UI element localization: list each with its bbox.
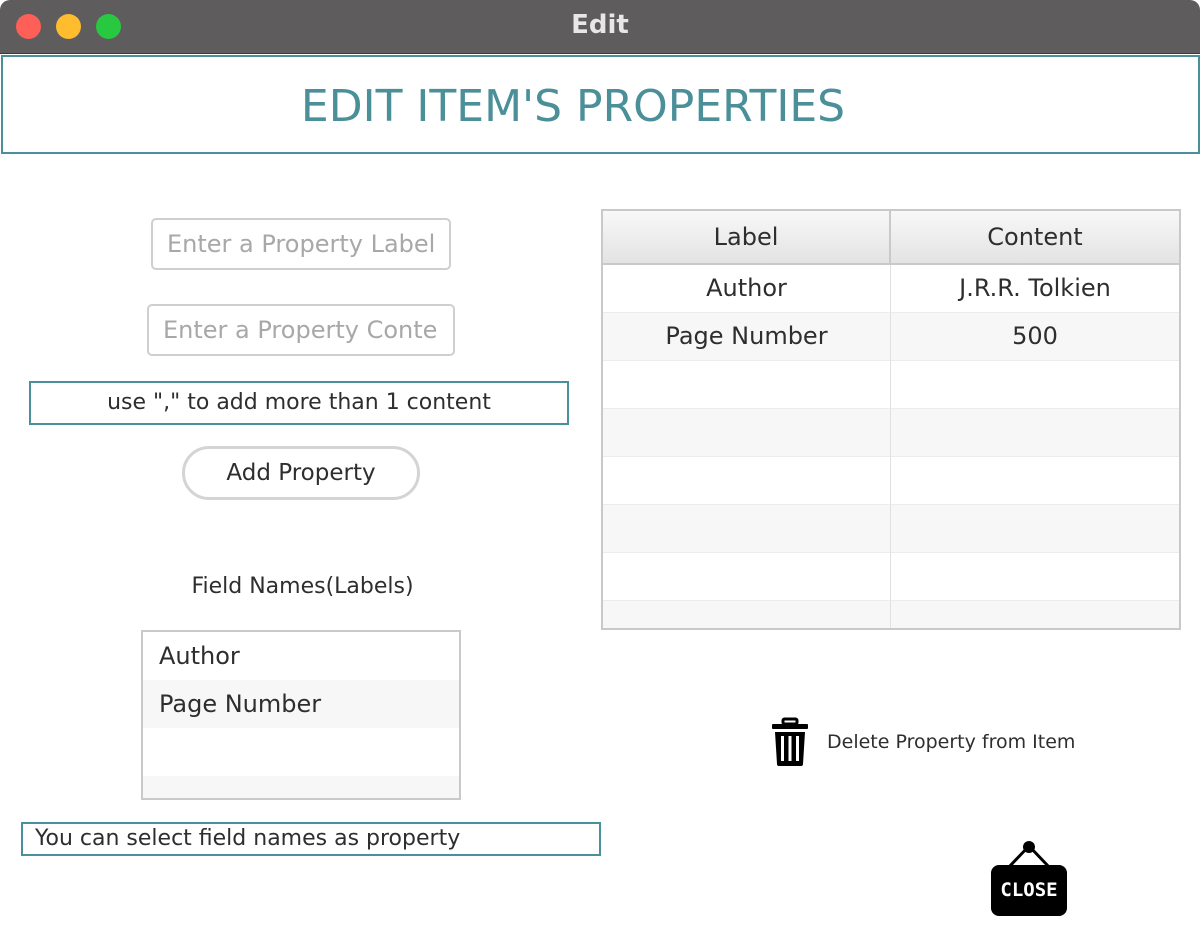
empty-list-item <box>143 776 459 798</box>
delete-property-button[interactable]: Delete Property from Item <box>768 716 1075 768</box>
select-hint: You can select field names as property <box>21 822 601 856</box>
edit-window: Edit EDIT ITEM'S PROPERTIES use "," to a… <box>0 0 1200 930</box>
empty-table-row <box>603 361 1179 409</box>
empty-table-row <box>603 457 1179 505</box>
add-property-button[interactable]: Add Property <box>182 446 420 500</box>
empty-table-row <box>603 553 1179 601</box>
empty-table-row <box>603 409 1179 457</box>
table-header: Label Content <box>603 211 1179 265</box>
page-title: EDIT ITEM'S PROPERTIES <box>300 81 846 132</box>
table-row[interactable]: Page Number 500 <box>603 313 1179 361</box>
table-row[interactable]: Author J.R.R. Tolkien <box>603 265 1179 313</box>
cell-content: J.R.R. Tolkien <box>891 265 1179 313</box>
property-content-input[interactable] <box>147 304 455 356</box>
empty-list-item <box>143 728 459 776</box>
property-label-input[interactable] <box>151 218 451 270</box>
cell-label: Page Number <box>603 313 891 361</box>
cell-label: Author <box>603 265 891 313</box>
close-button[interactable]: CLOSE <box>988 838 1070 920</box>
cell-content: 500 <box>891 313 1179 361</box>
header-panel: EDIT ITEM'S PROPERTIES <box>1 55 1200 154</box>
comma-hint: use "," to add more than 1 content <box>29 381 569 425</box>
list-item[interactable]: Author <box>143 632 459 680</box>
delete-property-label: Delete Property from Item <box>827 731 1076 753</box>
trash-icon[interactable] <box>770 717 810 767</box>
column-header-label[interactable]: Label <box>603 211 891 263</box>
empty-table-row <box>603 505 1179 553</box>
field-names-list[interactable]: Author Page Number <box>141 630 461 800</box>
title-bar[interactable]: Edit <box>0 0 1200 54</box>
field-names-title: Field Names(Labels) <box>191 574 414 599</box>
properties-table[interactable]: Label Content Author J.R.R. Tolkien Page… <box>601 209 1181 630</box>
column-header-content[interactable]: Content <box>891 211 1179 263</box>
window-title: Edit <box>571 10 629 40</box>
close-label: CLOSE <box>991 865 1067 916</box>
empty-table-row <box>603 601 1179 628</box>
list-item[interactable]: Page Number <box>143 680 459 728</box>
